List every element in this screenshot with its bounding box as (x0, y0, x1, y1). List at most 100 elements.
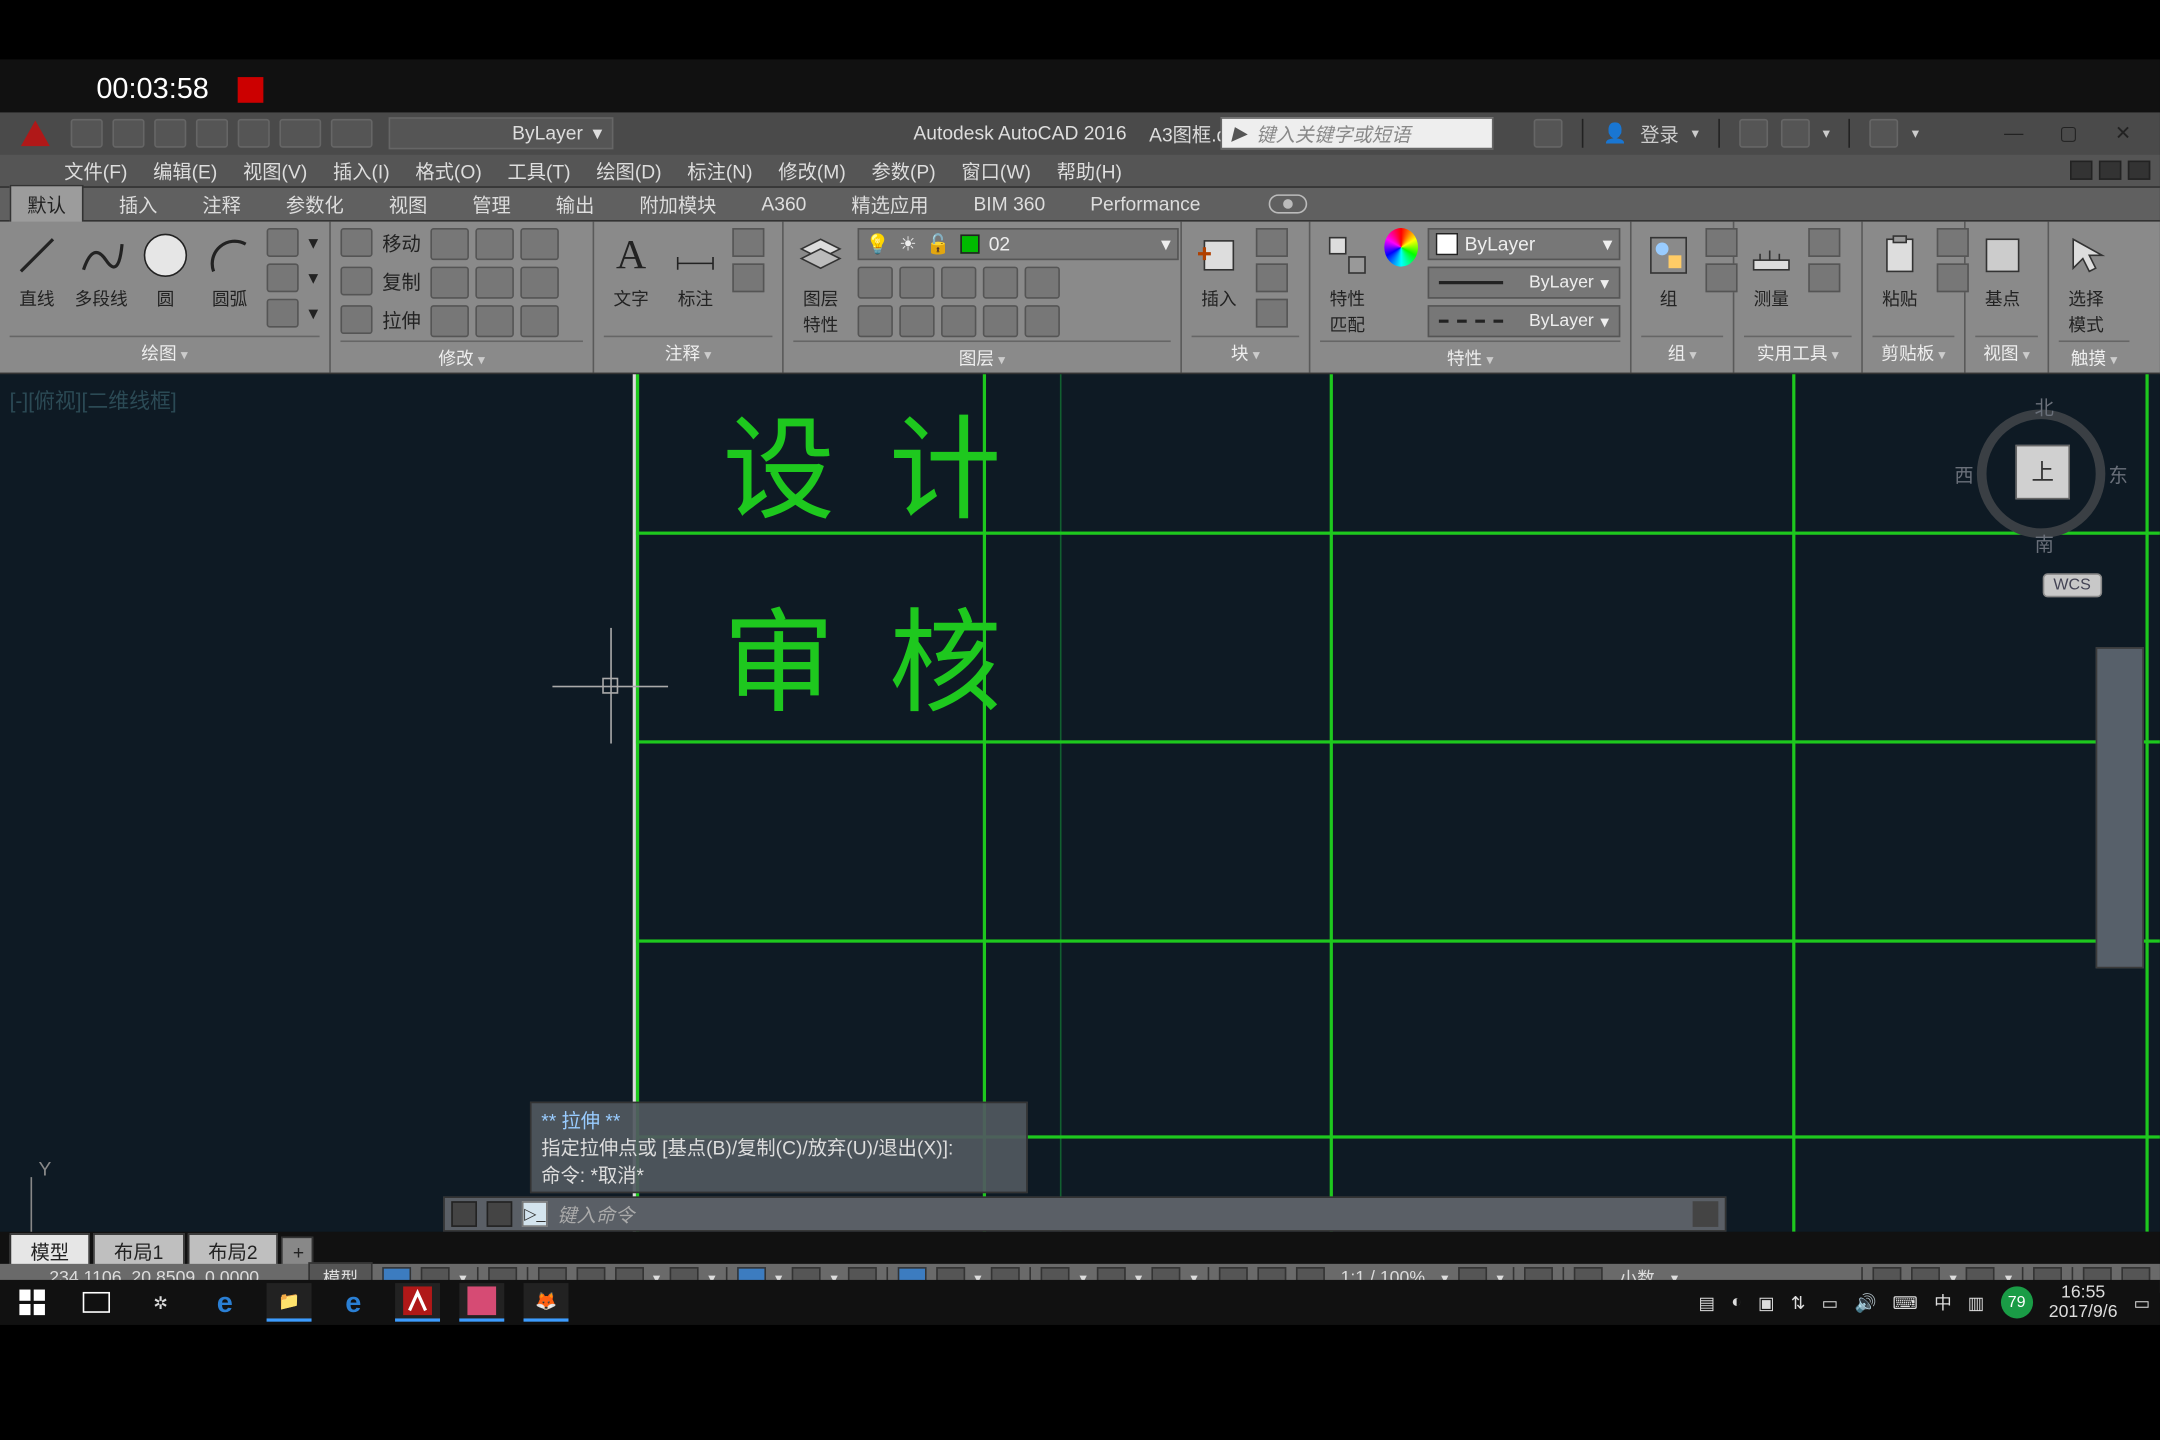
menu-draw[interactable]: 绘图(D) (596, 157, 661, 184)
array-button[interactable] (475, 305, 514, 337)
plot-button[interactable] (238, 119, 270, 148)
quick-select-button[interactable] (1808, 228, 1840, 257)
help-search-input[interactable]: ▶ 键入关键字或短语 (1220, 117, 1493, 149)
menu-view[interactable]: 视图(V) (243, 157, 307, 184)
help-icon[interactable] (1870, 119, 1899, 148)
rotate-button[interactable] (430, 228, 469, 260)
scale-button[interactable] (430, 305, 469, 337)
navigation-bar[interactable] (2096, 647, 2144, 968)
menu-format[interactable]: 格式(O) (415, 157, 481, 184)
viewport-label[interactable]: [-][俯视][二维线框] (10, 384, 177, 415)
viewcube-north[interactable]: 北 (2035, 393, 2054, 420)
panel-title-utilities[interactable]: 实用工具 (1744, 336, 1852, 370)
ribbon-tab-view[interactable]: 视图 (379, 185, 437, 222)
panel-title-annotation[interactable]: 注释 (604, 336, 773, 370)
redo-button[interactable] (331, 119, 373, 148)
leader-button[interactable] (732, 228, 764, 257)
mirror-button[interactable] (430, 267, 469, 299)
taskbar-app-ie-icon[interactable]: e (331, 1283, 376, 1322)
workspace-close-button[interactable] (2128, 161, 2150, 180)
save-button[interactable] (154, 119, 186, 148)
layer-change-button[interactable] (1025, 305, 1060, 337)
ribbon-tab-annotate[interactable]: 注释 (193, 185, 251, 222)
stretch-button[interactable]: 拉伸 (340, 305, 420, 334)
arc-button[interactable]: 圆弧 (202, 228, 257, 312)
layer-lock-button[interactable] (941, 267, 976, 299)
viewcube-east[interactable]: 东 (2109, 461, 2128, 488)
viewcube-west[interactable]: 西 (1954, 461, 1973, 488)
taskbar-app-explorer-icon[interactable]: 📁 (267, 1283, 312, 1322)
tray-app-icon[interactable]: ◐ (1731, 1293, 1742, 1312)
measure-button[interactable]: 测量 (1744, 228, 1799, 312)
color-bylayer-dropdown[interactable]: ByLayer▾ (1428, 228, 1621, 260)
tray-app-icon[interactable]: ▣ (1758, 1292, 1775, 1313)
maximize-button[interactable]: ▢ (2048, 117, 2090, 149)
cut-button[interactable] (1937, 228, 1969, 257)
panel-title-draw[interactable]: 绘图 (10, 336, 320, 370)
panel-title-modify[interactable]: 修改 (340, 340, 582, 374)
menu-window[interactable]: 窗口(W) (961, 157, 1031, 184)
panel-title-group[interactable]: 组 (1641, 336, 1723, 370)
layer-selector-dropdown[interactable]: 💡 ☀ 🔓 02 ▾ (858, 228, 1179, 260)
menu-tools[interactable]: 工具(T) (507, 157, 570, 184)
workspace-restore-button[interactable] (2099, 161, 2121, 180)
ribbon-tab-addins[interactable]: 附加模块 (630, 185, 726, 222)
cmdline-close-button[interactable] (451, 1201, 477, 1227)
ungroup-button[interactable] (1705, 228, 1737, 257)
tray-notifications-icon[interactable]: ▭ (2134, 1292, 2151, 1313)
tray-clock[interactable]: 16:55 2017/9/6 (2049, 1283, 2118, 1322)
close-button[interactable]: ✕ (2102, 117, 2144, 149)
linetype-bylayer-dropdown[interactable]: ByLayer▾ (1428, 305, 1621, 337)
exchange-apps-icon[interactable] (1739, 119, 1768, 148)
select-mode-button[interactable]: 选择 模式 (2059, 228, 2114, 337)
copy-clip-button[interactable] (1937, 263, 1969, 292)
trim-button[interactable] (475, 228, 514, 260)
fillet-button[interactable] (475, 267, 514, 299)
taskbar-app-edge-icon[interactable]: e (202, 1283, 247, 1322)
menu-insert[interactable]: 插入(I) (333, 157, 390, 184)
group-button[interactable]: 组 (1641, 228, 1696, 312)
ribbon-minimize-icon[interactable] (1268, 194, 1307, 213)
workspace-min-button[interactable] (2070, 161, 2092, 180)
tray-app-icon[interactable]: ▤ (1699, 1292, 1716, 1313)
menu-param[interactable]: 参数(P) (871, 157, 935, 184)
tray-keyboard-icon[interactable]: ⌨ (1893, 1292, 1919, 1313)
qat-layer-dropdown[interactable]: ByLayer ▾ (389, 117, 614, 149)
taskbar-app-pink-icon[interactable] (459, 1283, 504, 1322)
a360-icon[interactable] (1781, 119, 1810, 148)
cmdline-input[interactable]: 键入命令 (557, 1200, 1683, 1227)
ellipse-button[interactable] (267, 263, 299, 292)
table-button[interactable] (732, 263, 764, 292)
login-label[interactable]: 登录 (1640, 120, 1679, 147)
panel-title-clipboard[interactable]: 剪贴板 (1872, 336, 1954, 370)
tray-date-icon[interactable]: ▥ (1968, 1292, 1985, 1313)
match-properties-button[interactable]: 特性 匹配 (1320, 228, 1375, 337)
layer-match-button[interactable] (1025, 267, 1060, 299)
panel-title-block[interactable]: 块 (1192, 336, 1300, 370)
ribbon-tab-bim360[interactable]: BIM 360 (964, 188, 1055, 220)
dimension-button[interactable]: 标注 (668, 228, 723, 312)
ribbon-tab-a360[interactable]: A360 (752, 188, 816, 220)
menu-modify[interactable]: 修改(M) (778, 157, 845, 184)
autocad-logo-icon[interactable] (16, 114, 55, 153)
tray-badge[interactable]: 79 (2001, 1286, 2033, 1318)
menu-dim[interactable]: 标注(N) (687, 157, 752, 184)
panel-title-properties[interactable]: 特性 (1320, 340, 1620, 374)
ribbon-tab-featured[interactable]: 精选应用 (842, 185, 938, 222)
base-point-button[interactable]: 基点 (1975, 228, 2030, 312)
taskbar-app-firefox-icon[interactable]: 🦊 (524, 1283, 569, 1322)
polyline-button[interactable]: 多段线 (74, 228, 129, 312)
layer-off-button[interactable] (858, 267, 893, 299)
wcs-label[interactable]: WCS (2042, 573, 2102, 597)
text-button[interactable]: A 文字 (604, 228, 659, 312)
group-edit-button[interactable] (1705, 263, 1737, 292)
layer-freeze-button[interactable] (899, 267, 934, 299)
tray-ime-indicator[interactable]: 中 (1934, 1290, 1952, 1316)
command-line[interactable]: ▷_ 键入命令 (443, 1196, 1726, 1231)
color-wheel-icon[interactable] (1384, 228, 1418, 267)
menu-file[interactable]: 文件(F) (64, 157, 127, 184)
layer-walk-button[interactable] (983, 305, 1018, 337)
panel-title-layers[interactable]: 图层 (793, 340, 1170, 374)
layer-properties-button[interactable]: 图层 特性 (793, 228, 848, 337)
new-file-button[interactable] (71, 119, 103, 148)
